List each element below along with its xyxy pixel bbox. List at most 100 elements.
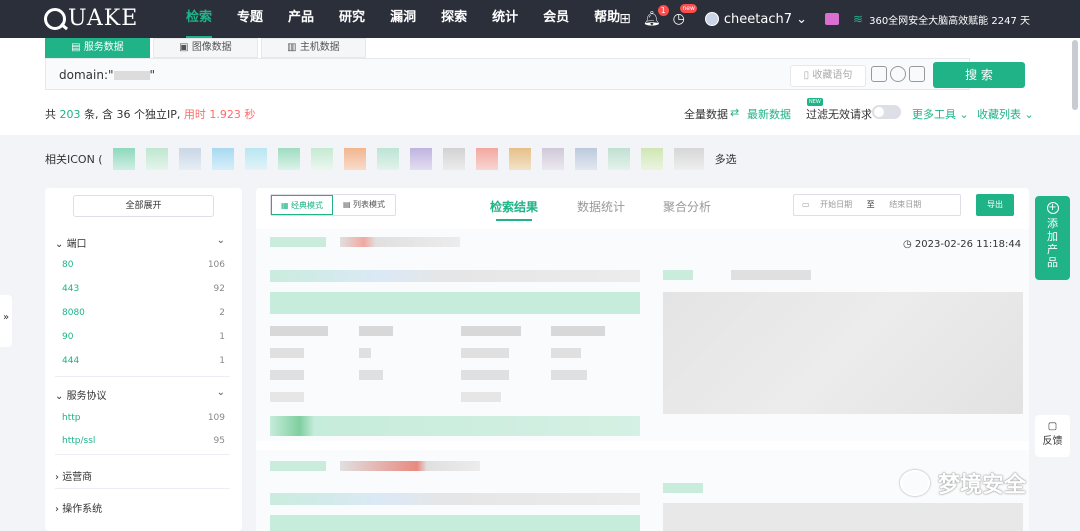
related-icon[interactable]: [640, 148, 663, 170]
facet-count: 95: [213, 436, 225, 446]
related-icon[interactable]: [211, 148, 234, 170]
related-icon[interactable]: [541, 148, 564, 170]
nav-item-member[interactable]: 会员: [543, 0, 569, 38]
chevron-down-icon: ⌄: [55, 391, 67, 402]
page-scrollbar[interactable]: [1072, 40, 1078, 110]
facet-item[interactable]: 443 92: [62, 284, 225, 294]
nav-item-stats[interactable]: 统计: [492, 0, 518, 38]
favorites-dropdown[interactable]: 收藏列表 ⌄: [977, 106, 1034, 122]
search-button[interactable]: 搜 索: [933, 62, 1025, 88]
list-mode-button[interactable]: ▤ 列表模式: [333, 195, 395, 215]
clock-icon[interactable]: ◷ new: [673, 4, 697, 27]
username[interactable]: cheetach7 ⌄: [724, 12, 807, 27]
related-icon[interactable]: [607, 148, 630, 170]
translate-icon[interactable]: ⊞: [619, 11, 631, 27]
scan-icon[interactable]: [909, 66, 925, 82]
related-icon[interactable]: [244, 148, 267, 170]
add-product-button[interactable]: + 添加产品: [1035, 196, 1070, 280]
nav-item-explore[interactable]: 探索: [441, 0, 467, 38]
avatar[interactable]: [704, 12, 719, 26]
nav-item-products[interactable]: 产品: [288, 0, 314, 38]
export-button[interactable]: 导出: [976, 194, 1014, 216]
tab-image-data[interactable]: ▣ 图像数据: [153, 38, 258, 58]
related-icon[interactable]: [277, 148, 300, 170]
expand-all-button[interactable]: 全部展开: [73, 195, 214, 217]
quake-logo[interactable]: UAKE: [44, 6, 138, 31]
filter-invalid-toggle[interactable]: [872, 105, 901, 119]
tab-aggregation[interactable]: 聚合分析: [663, 198, 711, 215]
feedback-label: 反馈: [1042, 436, 1063, 447]
related-icon[interactable]: [673, 148, 704, 170]
result-timestamp: ◷ 2023-02-26 11:18:44: [903, 239, 1021, 250]
collapse-sidebar-handle[interactable]: »: [0, 295, 12, 347]
nav-item-search[interactable]: 检索: [186, 0, 213, 38]
tab-search-results[interactable]: 检索结果: [490, 198, 538, 221]
related-icon[interactable]: [475, 148, 498, 170]
related-icon[interactable]: [376, 148, 399, 170]
list-icon: ▤: [71, 42, 84, 53]
feedback-button[interactable]: ▢ 反馈: [1035, 415, 1070, 457]
notif-badge: 1: [657, 5, 669, 16]
multi-select-link[interactable]: 多选: [715, 151, 737, 167]
redacted-block: [663, 270, 693, 280]
facet-group-protocol[interactable]: ⌄ 服务协议 ⌄: [55, 387, 225, 402]
vip-icon[interactable]: [825, 13, 840, 25]
tab-data-stats[interactable]: 数据统计: [577, 198, 625, 215]
nav-item-vulns[interactable]: 漏洞: [390, 0, 416, 38]
date-range-picker[interactable]: ▭ 开始日期 至 结束日期: [793, 194, 961, 216]
related-icon[interactable]: [508, 148, 531, 170]
nav-item-topics[interactable]: 专题: [237, 0, 263, 38]
related-icons-label: 相关ICON (: [45, 153, 103, 166]
related-icon[interactable]: [310, 148, 333, 170]
more-tools-dropdown[interactable]: 更多工具 ⌄: [912, 106, 969, 122]
brain-icon: ≋: [853, 12, 864, 26]
mode-label: 经典模式: [291, 201, 324, 210]
facet-item[interactable]: 8080 2: [62, 308, 225, 318]
related-icon[interactable]: [343, 148, 366, 170]
tab-host-data[interactable]: ▥ 主机数据: [261, 38, 366, 58]
related-icon[interactable]: [178, 148, 201, 170]
favorite-query-button[interactable]: ▯ 收藏语句: [790, 65, 866, 87]
slogan: ≋ 360全网安全大脑高效赋能 2247 天: [853, 12, 1030, 27]
tab-label: 图像数据: [191, 42, 232, 53]
related-icon[interactable]: [409, 148, 432, 170]
camera-icon[interactable]: [890, 66, 906, 82]
related-icon[interactable]: [145, 148, 168, 170]
swap-icon[interactable]: ⇄: [730, 106, 739, 119]
facet-item[interactable]: 80 106: [62, 260, 225, 270]
facet-item[interactable]: 90 1: [62, 332, 225, 342]
related-icon[interactable]: [574, 148, 597, 170]
latest-data-option[interactable]: 最新数据: [747, 106, 791, 122]
chevron-down-icon: ⌄: [216, 387, 225, 398]
data-type-tabs: ▤ 服务数据 ▣ 图像数据 ▥ 主机数据: [45, 38, 369, 58]
facet-group-os[interactable]: › 操作系统: [55, 500, 225, 515]
clock-icon: ◷: [903, 239, 915, 250]
related-icon[interactable]: [442, 148, 465, 170]
nav-item-research[interactable]: 研究: [339, 0, 365, 38]
favorites-label: 收藏列表: [977, 108, 1021, 121]
tab-service-data[interactable]: ▤ 服务数据: [45, 38, 150, 58]
facet-item[interactable]: 444 1: [62, 356, 225, 366]
facet-label: http/ssl: [62, 436, 96, 446]
logo-text: UAKE: [68, 6, 139, 31]
redacted-block: [340, 461, 480, 471]
qr-icon[interactable]: [871, 66, 887, 82]
full-data-option[interactable]: 全量数据: [684, 106, 728, 122]
related-icon[interactable]: [112, 148, 135, 170]
facet-group-isp[interactable]: › 运营商: [55, 468, 225, 483]
top-nav: UAKE 检索 专题 产品 研究 漏洞 探索 统计 会员 帮助 ⊞ 🔔︎ 1 ◷ n…: [0, 0, 1080, 38]
classic-mode-button[interactable]: ▦ 经典模式: [271, 195, 333, 215]
facet-item[interactable]: http 109: [62, 413, 225, 423]
facet-item[interactable]: http/ssl 95: [62, 436, 225, 446]
bell-icon[interactable]: 🔔︎ 1: [643, 5, 669, 27]
logo-q-icon: [44, 7, 66, 30]
redacted-block: [270, 237, 326, 247]
nav-item-help[interactable]: 帮助: [594, 0, 620, 38]
divider: [55, 376, 230, 377]
facet-group-port[interactable]: ⌄ 端口 ⌄: [55, 235, 225, 250]
redacted-block: [551, 348, 581, 358]
redacted-block: [270, 416, 640, 436]
slogan-text: 360全网安全大脑高效赋能 2247 天: [869, 15, 1030, 27]
tab-label: 服务数据: [83, 42, 124, 53]
redacted-block: [663, 503, 1023, 531]
